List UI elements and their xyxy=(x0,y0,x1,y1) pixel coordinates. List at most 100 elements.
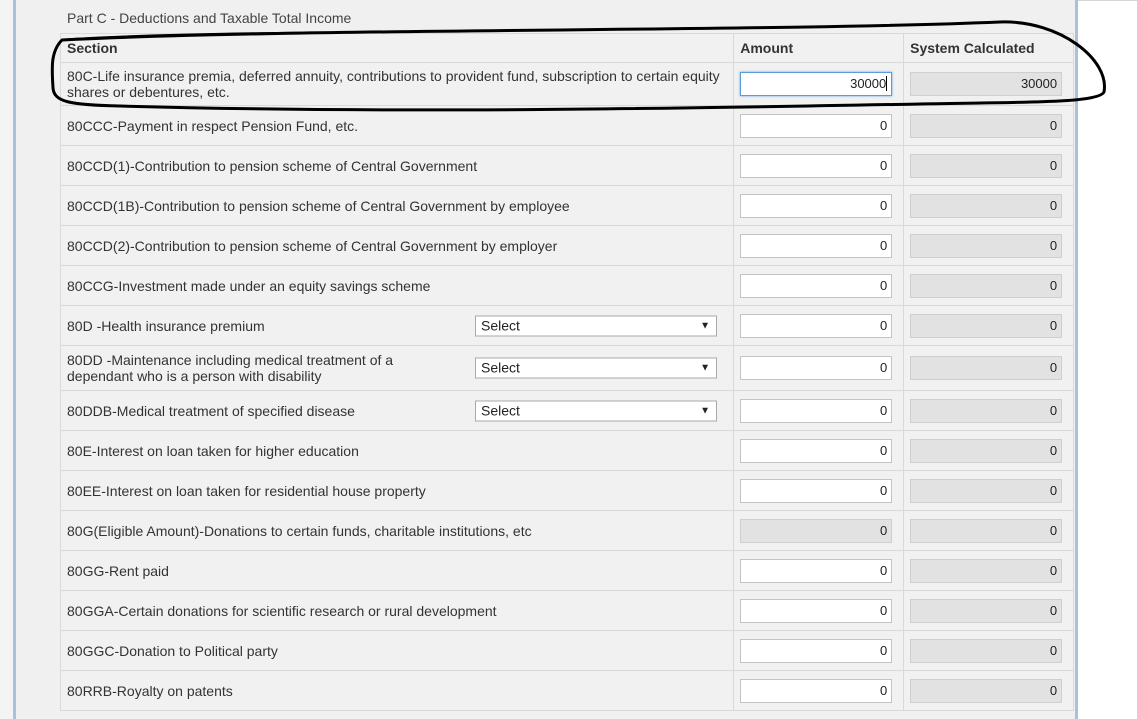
section-cell: 80C-Life insurance premia, deferred annu… xyxy=(59,62,735,106)
frame-right-border xyxy=(1075,0,1078,719)
section-cell: 80CCD(1)-Contribution to pension scheme … xyxy=(59,145,735,186)
system-cell: 0 xyxy=(903,105,1074,146)
system-cell: 0 xyxy=(903,345,1074,391)
table-row-80rrb: 80RRB-Royalty on patents 0 0 xyxy=(59,670,1074,711)
left-margin xyxy=(0,0,13,719)
section-cell: 80CCG-Investment made under an equity sa… xyxy=(59,265,735,306)
system-calculated-80c: 30000 xyxy=(910,72,1063,96)
section-cell: 80GG-Rent paid xyxy=(59,550,735,591)
amount-cell: 0 xyxy=(733,630,905,671)
section-cell: 80EE-Interest on loan taken for resident… xyxy=(59,470,735,511)
section-cell: 80CCC-Payment in respect Pension Fund, e… xyxy=(59,105,735,146)
health-insurance-select[interactable]: Select ▼ xyxy=(475,315,717,336)
chevron-down-icon: ▼ xyxy=(700,320,710,331)
table-row-80g: 80G(Eligible Amount)-Donations to certai… xyxy=(59,510,1074,551)
amount-input-80rrb[interactable]: 0 xyxy=(740,678,893,703)
system-cell: 0 xyxy=(903,225,1074,266)
section-label: 80E-Interest on loan taken for higher ed… xyxy=(67,442,359,459)
amount-input-80ddb[interactable]: 0 xyxy=(740,398,893,423)
section-label: 80DD -Maintenance including medical trea… xyxy=(67,352,394,384)
section-label: 80EE-Interest on loan taken for resident… xyxy=(67,482,426,499)
amount-input-80ggc[interactable]: 0 xyxy=(740,638,893,663)
amount-input-80ccc[interactable]: 0 xyxy=(740,113,893,138)
amount-input-80c[interactable]: 30000 xyxy=(740,72,893,96)
section-label: 80CCD(1B)-Contribution to pension scheme… xyxy=(67,197,570,214)
specified-disease-select[interactable]: Select ▼ xyxy=(475,400,717,421)
table-row-80ddb: 80DDB-Medical treatment of specified dis… xyxy=(59,390,1074,431)
section-cell: 80CCD(1B)-Contribution to pension scheme… xyxy=(59,185,735,226)
section-cell: 80CCD(2)-Contribution to pension scheme … xyxy=(59,225,735,266)
section-cell: 80D -Health insurance premium Select ▼ xyxy=(59,305,735,346)
table-row-80gga: 80GGA-Certain donations for scientific r… xyxy=(59,590,1074,631)
system-cell: 0 xyxy=(903,470,1074,511)
system-cell: 0 xyxy=(903,550,1074,591)
amount-column-header: Amount xyxy=(733,33,905,63)
amount-cell: 0 xyxy=(733,510,905,551)
deductions-table: Section Amount System Calculated 80C-Lif… xyxy=(59,33,1074,711)
section-column-header: Section xyxy=(59,33,735,63)
system-cell: 0 xyxy=(903,185,1074,226)
section-label: 80DDB-Medical treatment of specified dis… xyxy=(67,402,355,419)
system-calculated-80dd: 0 xyxy=(910,356,1063,380)
table-row-80gg: 80GG-Rent paid 0 0 xyxy=(59,550,1074,591)
section-label: 80GGC-Donation to Political party xyxy=(67,642,278,659)
table-row-80ggc: 80GGC-Donation to Political party 0 0 xyxy=(59,630,1074,671)
chevron-down-icon: ▼ xyxy=(700,405,710,416)
section-label: 80CCD(1)-Contribution to pension scheme … xyxy=(67,157,478,174)
amount-cell: 0 xyxy=(733,670,905,711)
section-label: 80G(Eligible Amount)-Donations to certai… xyxy=(67,522,532,539)
amount-input-80gg[interactable]: 0 xyxy=(740,558,893,583)
disability-dependant-select[interactable]: Select ▼ xyxy=(475,357,717,379)
amount-input-80e[interactable]: 0 xyxy=(740,438,893,463)
amount-input-80gga[interactable]: 0 xyxy=(740,598,893,623)
amount-input-80ee[interactable]: 0 xyxy=(740,478,893,503)
system-calculated-column-header: System Calculated xyxy=(903,33,1074,63)
system-calculated-80gga: 0 xyxy=(910,598,1063,623)
amount-input-80ccd2[interactable]: 0 xyxy=(740,233,893,258)
system-cell: 0 xyxy=(903,145,1074,186)
system-calculated-80ggc: 0 xyxy=(910,638,1063,663)
amount-input-80g: 0 xyxy=(740,518,893,543)
system-cell: 0 xyxy=(903,630,1074,671)
section-cell: 80GGA-Certain donations for scientific r… xyxy=(59,590,735,631)
amount-input-80ccd1[interactable]: 0 xyxy=(740,153,893,178)
system-calculated-80e: 0 xyxy=(910,438,1063,463)
table-row-80ccg: 80CCG-Investment made under an equity sa… xyxy=(59,265,1074,306)
system-calculated-80ddb: 0 xyxy=(910,398,1063,423)
amount-cell: 0 xyxy=(733,305,905,346)
amount-cell: 0 xyxy=(733,430,905,471)
system-cell: 0 xyxy=(903,305,1074,346)
system-calculated-80d: 0 xyxy=(910,313,1063,338)
section-label: 80GGA-Certain donations for scientific r… xyxy=(67,602,497,619)
table-header-row: Section Amount System Calculated xyxy=(59,33,1074,63)
table-row-80e: 80E-Interest on loan taken for higher ed… xyxy=(59,430,1074,471)
amount-cell: 0 xyxy=(733,185,905,226)
system-cell: 0 xyxy=(903,390,1074,431)
amount-cell: 0 xyxy=(733,550,905,591)
amount-input-80dd[interactable]: 0 xyxy=(740,356,893,380)
chevron-down-icon: ▼ xyxy=(700,362,710,374)
section-cell: 80G(Eligible Amount)-Donations to certai… xyxy=(59,510,735,551)
table-row-80ccd1: 80CCD(1)-Contribution to pension scheme … xyxy=(59,145,1074,186)
system-calculated-80ccg: 0 xyxy=(910,273,1063,298)
system-calculated-80g: 0 xyxy=(910,518,1063,543)
system-calculated-80ee: 0 xyxy=(910,478,1063,503)
system-cell: 0 xyxy=(903,510,1074,551)
section-label: 80CCG-Investment made under an equity sa… xyxy=(67,277,431,294)
amount-cell: 0 xyxy=(733,470,905,511)
section-label: 80CCD(2)-Contribution to pension scheme … xyxy=(67,237,558,254)
system-calculated-80ccd1b: 0 xyxy=(910,193,1063,218)
amount-input-80ccd1b[interactable]: 0 xyxy=(740,193,893,218)
section-cell: 80E-Interest on loan taken for higher ed… xyxy=(59,430,735,471)
amount-cell: 0 xyxy=(733,265,905,306)
system-cell: 0 xyxy=(903,590,1074,631)
table-row-80dd: 80DD -Maintenance including medical trea… xyxy=(59,345,1074,391)
amount-cell: 0 xyxy=(733,390,905,431)
amount-input-80ccg[interactable]: 0 xyxy=(740,273,893,298)
amount-cell: 30000 xyxy=(733,62,905,106)
table-row-80ccd1b: 80CCD(1B)-Contribution to pension scheme… xyxy=(59,185,1074,226)
amount-input-80d[interactable]: 0 xyxy=(740,313,893,338)
system-calculated-80rrb: 0 xyxy=(910,678,1063,703)
table-row-80d: 80D -Health insurance premium Select ▼ 0… xyxy=(59,305,1074,346)
section-label: 80C-Life insurance premia, deferred annu… xyxy=(67,68,720,100)
